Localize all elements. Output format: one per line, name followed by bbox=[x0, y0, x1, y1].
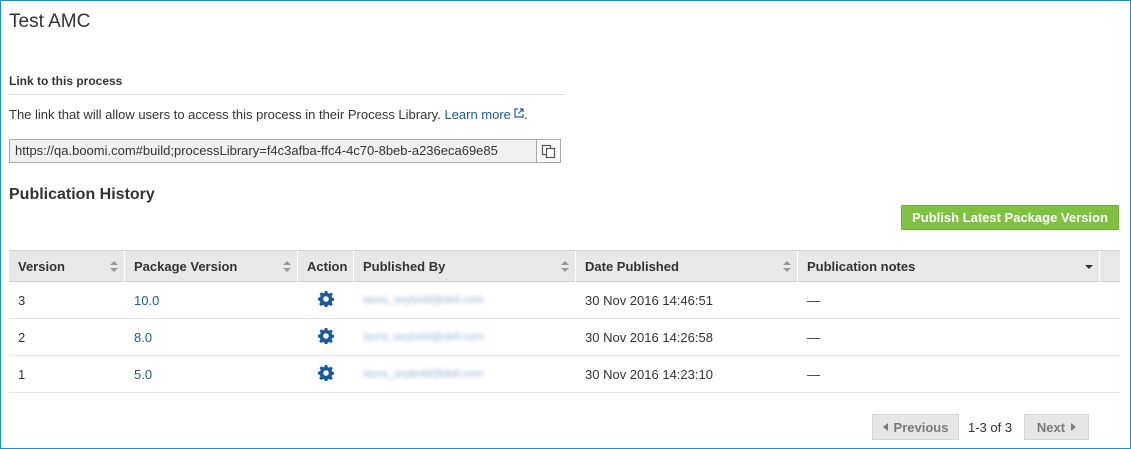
link-section-title: Link to this process bbox=[9, 74, 123, 88]
publish-latest-button[interactable]: Publish Latest Package Version bbox=[901, 205, 1119, 230]
publication-history-title: Publication History bbox=[9, 186, 155, 203]
col-published-by[interactable]: Published By bbox=[354, 251, 576, 282]
table-row: 3 10.0 laura_seybold@dell.com 30 Nov 201… bbox=[9, 282, 1120, 319]
col-publication-notes-label: Publication notes bbox=[807, 259, 916, 274]
cell-notes: — bbox=[807, 293, 820, 308]
table-header: Version Package Version Action Published… bbox=[9, 250, 1120, 282]
previous-page-button[interactable]: Previous bbox=[872, 414, 959, 440]
col-action-label: Action bbox=[307, 259, 348, 274]
cell-notes: — bbox=[807, 330, 820, 345]
cell-date-published: 30 Nov 2016 14:46:51 bbox=[585, 293, 713, 308]
col-date-published[interactable]: Date Published bbox=[576, 251, 798, 282]
cell-published-by: laura_seybold@dell.com bbox=[363, 331, 484, 343]
page-title: Test AMC bbox=[9, 11, 91, 32]
col-date-published-label: Date Published bbox=[585, 259, 679, 274]
cell-version: 2 bbox=[18, 330, 26, 345]
external-link-icon bbox=[514, 108, 524, 118]
learn-more-label: Learn more bbox=[444, 107, 511, 122]
package-version-link[interactable]: 8.0 bbox=[134, 330, 152, 345]
chevron-right-icon bbox=[1071, 423, 1077, 431]
cell-published-by: laura_seybold@dell.com bbox=[363, 294, 484, 306]
gear-icon[interactable] bbox=[318, 291, 334, 307]
cell-package-version: 5.0 bbox=[125, 356, 161, 392]
learn-more-link[interactable]: Learn more bbox=[444, 107, 524, 122]
next-label: Next bbox=[1036, 419, 1066, 435]
col-published-by-label: Published By bbox=[363, 259, 446, 274]
cell-date-published: 30 Nov 2016 14:23:10 bbox=[585, 367, 713, 382]
col-version[interactable]: Version bbox=[9, 251, 125, 282]
publication-table: Version Package Version Action Published… bbox=[9, 250, 1120, 393]
section-divider bbox=[9, 94, 565, 95]
sort-icon bbox=[561, 261, 569, 272]
cell-notes: — bbox=[807, 367, 820, 382]
cell-package-version: 10.0 bbox=[125, 282, 168, 318]
col-package-version[interactable]: Package Version bbox=[125, 251, 298, 282]
copy-icon bbox=[541, 144, 556, 158]
cell-date-published: 30 Nov 2016 14:26:58 bbox=[585, 330, 713, 345]
link-description: The link that will allow users to access… bbox=[9, 107, 528, 122]
cell-version: 3 bbox=[18, 293, 26, 308]
table-row: 1 5.0 laura_seybold@dell.com 30 Nov 2016… bbox=[9, 356, 1120, 393]
sort-icon bbox=[283, 261, 291, 272]
col-publication-notes[interactable]: Publication notes bbox=[798, 251, 1100, 282]
copy-link-button[interactable] bbox=[537, 139, 561, 163]
cell-package-version: 8.0 bbox=[125, 319, 161, 355]
package-version-link[interactable]: 10.0 bbox=[134, 293, 159, 308]
table-row: 2 8.0 laura_seybold@dell.com 30 Nov 2016… bbox=[9, 319, 1120, 356]
process-link-field[interactable]: https://qa.boomi.com#build;processLibrar… bbox=[9, 139, 537, 163]
package-version-link[interactable]: 5.0 bbox=[134, 367, 152, 382]
sort-icon bbox=[783, 261, 791, 272]
col-version-label: Version bbox=[18, 259, 65, 274]
cell-version: 1 bbox=[18, 367, 26, 382]
col-package-version-label: Package Version bbox=[134, 259, 238, 274]
pagination-info: 1-3 of 3 bbox=[968, 420, 1013, 435]
sort-icon bbox=[110, 261, 118, 272]
gear-icon[interactable] bbox=[318, 365, 334, 381]
link-description-text: The link that will allow users to access… bbox=[9, 107, 441, 122]
next-page-button[interactable]: Next bbox=[1024, 414, 1089, 440]
cell-published-by: laura_seybold@dell.com bbox=[363, 368, 484, 380]
chevron-left-icon bbox=[882, 423, 888, 431]
col-action: Action bbox=[298, 251, 354, 282]
sort-desc-icon bbox=[1085, 265, 1093, 269]
gear-icon[interactable] bbox=[318, 328, 334, 344]
previous-label: Previous bbox=[893, 419, 949, 435]
